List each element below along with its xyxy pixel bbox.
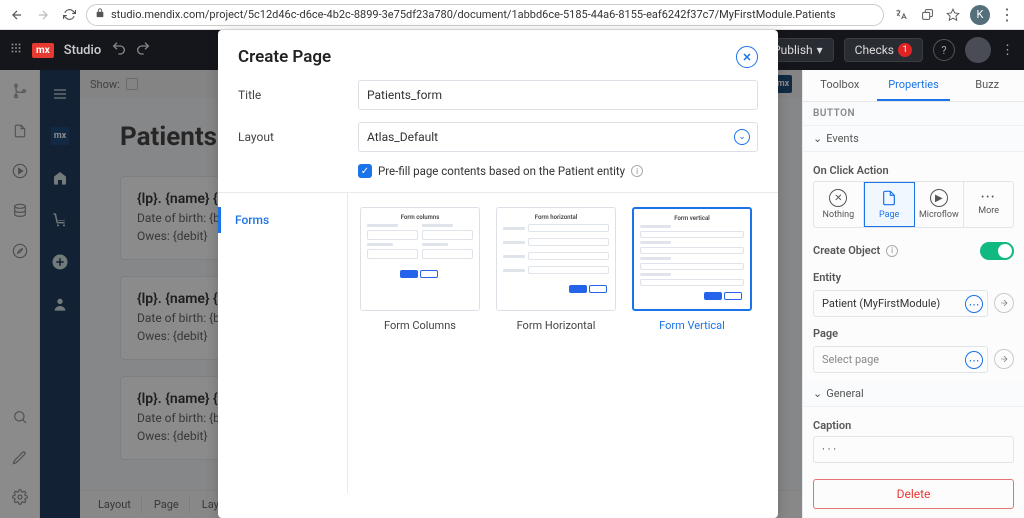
sidebar-item-forms[interactable]: Forms — [218, 207, 347, 233]
hamburger-icon[interactable] — [48, 82, 72, 106]
translate-icon[interactable] — [892, 6, 910, 24]
chevron-down-icon[interactable]: ⌄ — [734, 129, 750, 145]
url-bar[interactable]: studio.mendix.com/project/5c12d46c-d6ce-… — [86, 4, 884, 26]
undo-icon[interactable] — [111, 40, 127, 60]
crumb-page[interactable]: Page — [144, 496, 190, 514]
show-toggle[interactable] — [126, 78, 138, 90]
close-icon[interactable]: ✕ — [736, 46, 758, 68]
entity-open-icon[interactable] — [994, 293, 1014, 313]
checks-button[interactable]: Checks 1 — [844, 38, 923, 62]
show-label: Show: — [90, 78, 120, 91]
home-icon[interactable] — [48, 166, 72, 190]
share-icon[interactable] — [918, 6, 936, 24]
gear-icon[interactable] — [11, 488, 29, 506]
action-microflow[interactable]: ▶Microflow — [915, 182, 965, 227]
template-form-horizontal[interactable]: Form horizontal Form Horizontal — [496, 207, 616, 332]
section-general[interactable]: ⌄General — [803, 381, 1024, 407]
add-circle-icon[interactable] — [48, 250, 72, 274]
action-nothing[interactable]: ✕Nothing — [814, 182, 864, 227]
entity-label: Entity — [813, 271, 1014, 284]
create-object-toggle[interactable] — [980, 242, 1014, 260]
layout-select[interactable] — [358, 122, 758, 152]
title-label: Title — [238, 88, 338, 102]
layout-label: Layout — [238, 130, 338, 144]
compass-icon[interactable] — [11, 242, 29, 260]
entity-field[interactable]: Patient (MyFirstModule) ⋯ — [813, 290, 988, 317]
mx-logo: mx — [32, 43, 54, 58]
checks-label: Checks — [855, 43, 894, 57]
info-icon[interactable]: i — [886, 245, 898, 257]
action-page[interactable]: Page — [864, 182, 915, 227]
browser-profile[interactable]: K — [970, 5, 990, 25]
on-click-label: On Click Action — [813, 164, 1014, 177]
caption-field[interactable]: · · · — [813, 436, 1014, 463]
section-events[interactable]: ⌄Events — [803, 126, 1024, 152]
chevron-down-icon: ▾ — [817, 43, 823, 57]
publish-label: Publish — [773, 43, 813, 57]
checks-badge: 1 — [898, 43, 912, 57]
chevron-down-icon: ⌄ — [813, 132, 822, 145]
apps-grid-icon[interactable] — [10, 42, 22, 58]
url-text: studio.mendix.com/project/5c12d46c-d6ce-… — [111, 8, 836, 21]
title-input[interactable] — [358, 80, 758, 110]
template-label: Form Vertical — [632, 319, 752, 332]
db-icon[interactable] — [11, 202, 29, 220]
page-field[interactable]: Select page ⋯ — [813, 346, 988, 373]
template-label: Form Horizontal — [496, 319, 616, 332]
template-form-columns[interactable]: Form columns Form Columns — [360, 207, 480, 332]
tab-buzz[interactable]: Buzz — [950, 70, 1024, 101]
create-object-label: Create Object — [813, 244, 880, 257]
chevron-down-icon: ⌄ — [813, 387, 822, 400]
tab-toolbox[interactable]: Toolbox — [803, 70, 877, 101]
template-form-vertical[interactable]: Form vertical Form Vertical — [632, 207, 752, 332]
brush-icon[interactable] — [11, 448, 29, 466]
play-icon[interactable] — [11, 162, 29, 180]
caption-label: Caption — [813, 419, 1014, 432]
redo-icon[interactable] — [135, 40, 151, 60]
tree-icon[interactable] — [11, 82, 29, 100]
forward-button[interactable] — [34, 6, 52, 24]
template-label: Form Columns — [360, 319, 480, 332]
lock-icon — [95, 8, 105, 21]
page-label: Page — [813, 327, 1014, 340]
star-icon[interactable] — [944, 6, 962, 24]
prefill-checkbox[interactable]: ✓ — [358, 164, 372, 178]
create-page-modal: Create Page ✕ Title Layout ⌄ ✓ Pre-fill … — [218, 30, 778, 518]
prefill-label: Pre-fill page contents based on the Pati… — [378, 164, 625, 178]
app-menu-icon[interactable]: ⋮ — [1001, 43, 1014, 58]
crumb-layout[interactable]: Layout — [88, 496, 142, 514]
on-click-actions: ✕Nothing Page ▶Microflow •••More — [813, 181, 1014, 228]
page-select-icon[interactable]: ⋯ — [965, 351, 983, 369]
modal-title: Create Page — [238, 47, 331, 67]
search-icon[interactable] — [11, 408, 29, 426]
delete-button[interactable]: Delete — [813, 479, 1014, 509]
browser-menu-icon[interactable]: ⋮ — [998, 6, 1016, 24]
tab-properties[interactable]: Properties — [877, 70, 951, 101]
user-icon[interactable] — [48, 292, 72, 316]
entity-select-icon[interactable]: ⋯ — [965, 295, 983, 313]
avatar[interactable] — [965, 37, 991, 63]
back-button[interactable] — [8, 6, 26, 24]
page-open-icon[interactable] — [994, 349, 1014, 369]
info-icon[interactable]: i — [631, 165, 643, 177]
section-button: Button — [803, 102, 1024, 126]
reload-button[interactable] — [60, 6, 78, 24]
studio-title: Studio — [64, 43, 101, 58]
mx-rail-icon[interactable]: mx — [48, 124, 72, 148]
action-more[interactable]: •••More — [964, 182, 1013, 227]
help-icon[interactable]: ? — [933, 39, 955, 61]
page-icon[interactable] — [11, 122, 29, 140]
cart-icon[interactable] — [48, 208, 72, 232]
